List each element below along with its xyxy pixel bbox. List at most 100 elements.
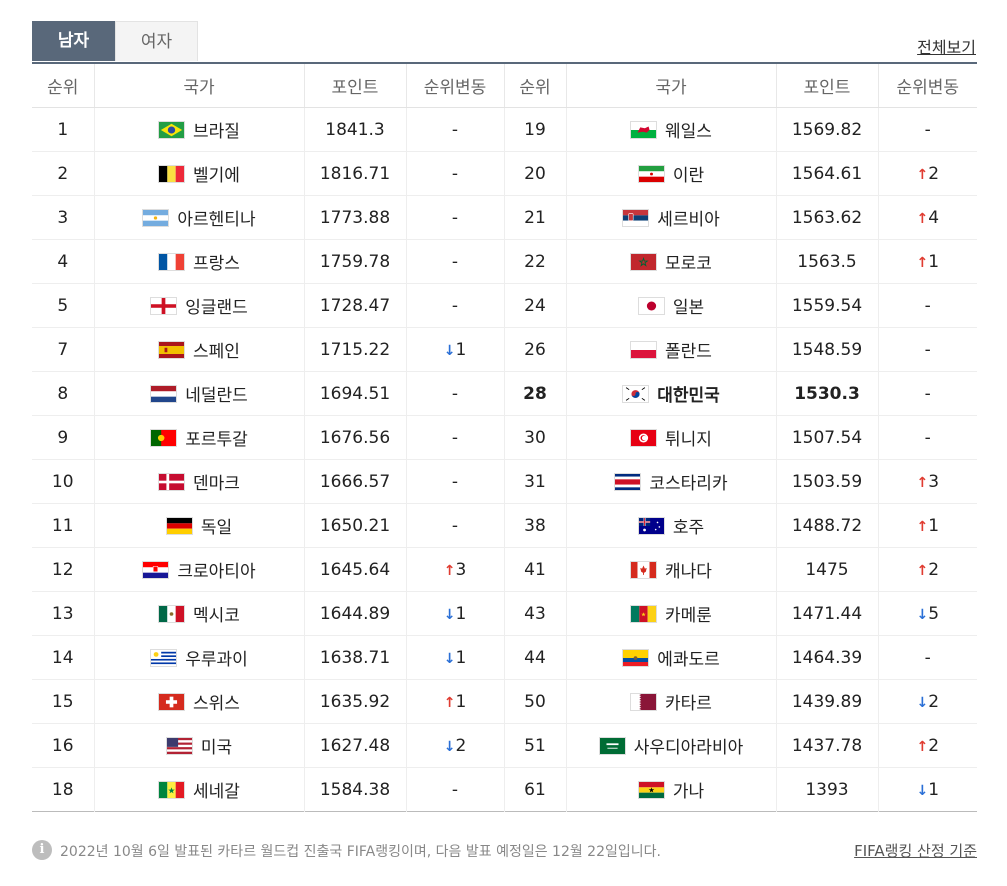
ranking-criteria-link[interactable]: FIFA랭킹 산정 기준 (854, 840, 977, 861)
rank-cell: 20 (504, 151, 567, 196)
rank-value: 11 (51, 515, 74, 536)
table-row: 5 잉글랜드 1728.47 - 24 일본 1559.54 - (32, 283, 977, 328)
points-cell: 1488.72 (776, 503, 879, 548)
country-cell[interactable]: 카메룬 (566, 591, 777, 636)
country-cell[interactable]: 가나 (566, 767, 777, 812)
points-cell: 1638.71 (304, 635, 407, 680)
change-value: 1 (455, 603, 467, 624)
rank-down-arrow-icon: ↓ (916, 694, 929, 711)
rank-value: 24 (524, 295, 546, 316)
rank-cell: 14 (32, 635, 95, 680)
country-cell[interactable]: 덴마크 (94, 459, 305, 504)
rank-value: 51 (524, 735, 546, 756)
country-cell[interactable]: 브라질 (94, 107, 305, 152)
change-value: 1 (928, 779, 940, 800)
rank-up-arrow-icon: ↑ (916, 518, 929, 535)
country-cell[interactable]: 벨기에 (94, 151, 305, 196)
points-cell: 1728.47 (304, 283, 407, 328)
header-change: 순위변동 (878, 63, 977, 108)
ranking-rows: 1 브라질 1841.3-19 웨일스 1569.82-2 벨기에 1816.71-20 이란… (32, 107, 977, 812)
country-cell[interactable]: 우루과이 (94, 635, 305, 680)
points-cell: 1627.48 (304, 723, 407, 768)
rank-value: 21 (524, 207, 546, 228)
country-cell[interactable]: 카타르 (566, 679, 777, 724)
rank-value: 19 (524, 119, 546, 140)
country-cell[interactable]: 세네갈 (94, 767, 305, 812)
rank-value: 14 (51, 647, 74, 668)
points-cell: 1475 (776, 547, 879, 592)
rank-cell: 30 (504, 415, 567, 460)
rank-cell: 10 (32, 459, 95, 504)
country-name: 카타르 (665, 694, 712, 714)
view-all-link[interactable]: 전체보기 (917, 34, 976, 58)
table-row: 7 스페인 1715.22 ↓1 26 폴란드 1548.59 - (32, 327, 977, 372)
country-cell[interactable]: 일본 (566, 283, 777, 328)
tab-men[interactable]: 남자 (32, 21, 115, 61)
japan-flag-icon (637, 296, 665, 315)
country-name: 폴란드 (665, 342, 712, 362)
change-cell: - (406, 415, 505, 460)
country-cell[interactable]: 튀니지 (566, 415, 777, 460)
change-cell: ↓2 (878, 679, 977, 724)
rank-cell: 11 (32, 503, 95, 548)
mexico-flag-icon (158, 604, 186, 623)
rank-value: 10 (51, 471, 74, 492)
country-cell[interactable]: 웨일스 (566, 107, 777, 152)
country-cell[interactable]: 세르비아 (566, 195, 777, 240)
country-cell[interactable]: 캐나다 (566, 547, 777, 592)
country-cell[interactable]: 에콰도르 (566, 635, 777, 680)
change-value: - (924, 647, 931, 668)
rank-up-arrow-icon: ↑ (916, 254, 929, 271)
country-cell[interactable]: 크로아티아 (94, 547, 305, 592)
country-cell[interactable]: 멕시코 (94, 591, 305, 636)
change-value: - (451, 251, 459, 272)
change-value: 1 (455, 647, 467, 668)
country-cell[interactable]: 독일 (94, 503, 305, 548)
country-cell[interactable]: 폴란드 (566, 327, 777, 372)
country-cell[interactable]: 대한민국 (566, 371, 777, 416)
country-cell[interactable]: 코스타리카 (566, 459, 777, 504)
morocco-flag-icon (630, 252, 658, 271)
change-cell: ↓2 (406, 723, 505, 768)
change-value: - (451, 207, 459, 228)
change-cell: - (406, 283, 505, 328)
table-row: 9 포르투갈 1676.56 - 30 튀니지 1507.54 - (32, 415, 977, 460)
ghana-flag-icon (637, 780, 665, 799)
country-cell[interactable]: 사우디아라비아 (566, 723, 777, 768)
rank-cell: 8 (32, 371, 95, 416)
change-cell: - (406, 371, 505, 416)
rank-cell: 12 (32, 547, 95, 592)
change-cell: - (406, 195, 505, 240)
country-cell[interactable]: 포르투갈 (94, 415, 305, 460)
country-cell[interactable]: 아르헨티나 (94, 195, 305, 240)
tab-women[interactable]: 여자 (115, 21, 198, 61)
change-value: 2 (928, 691, 940, 712)
belgium-flag-icon (158, 164, 186, 183)
rank-value: 28 (523, 383, 547, 404)
country-cell[interactable]: 스위스 (94, 679, 305, 724)
country-name: 우루과이 (185, 650, 248, 670)
change-cell: - (406, 767, 505, 812)
country-cell[interactable]: 모로코 (566, 239, 777, 284)
rank-cell: 31 (504, 459, 567, 504)
points-cell: 1645.64 (304, 547, 407, 592)
portugal-flag-icon (150, 428, 178, 447)
points-value: 1635.92 (319, 691, 391, 712)
country-cell[interactable]: 프랑스 (94, 239, 305, 284)
change-cell: ↓1 (406, 635, 505, 680)
change-cell: ↓1 (406, 327, 505, 372)
table-row: 4 프랑스 1759.78 - 22 모로코 1563.5 ↑1 (32, 239, 977, 284)
points-value: 1530.3 (794, 383, 860, 404)
rank-cell: 3 (32, 195, 95, 240)
country-cell[interactable]: 이란 (566, 151, 777, 196)
country-cell[interactable]: 호주 (566, 503, 777, 548)
points-value: 1548.59 (791, 339, 863, 360)
country-cell[interactable]: 잉글랜드 (94, 283, 305, 328)
header-points: 포인트 (776, 63, 879, 108)
country-cell[interactable]: 스페인 (94, 327, 305, 372)
country-cell[interactable]: 미국 (94, 723, 305, 768)
points-cell: 1694.51 (304, 371, 407, 416)
country-cell[interactable]: 네덜란드 (94, 371, 305, 416)
country-name: 에콰도르 (657, 650, 720, 670)
change-cell: ↑3 (406, 547, 505, 592)
